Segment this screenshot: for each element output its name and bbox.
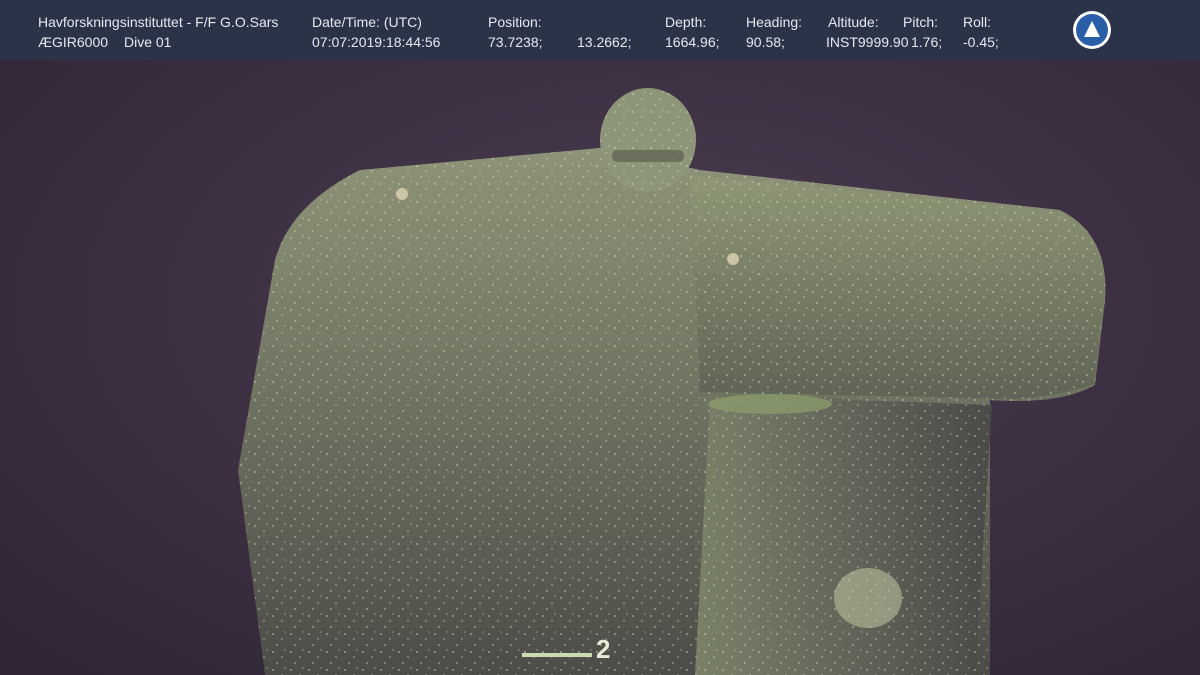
- periscope-post: [695, 394, 992, 675]
- datetime-value: 07:07:2019:18:44:56: [312, 34, 441, 50]
- roll-label: Roll:: [963, 14, 992, 30]
- institute-name: Havforskningsinstituttet - F/F G.O.Sars: [38, 14, 279, 30]
- position-label: Position:: [488, 14, 542, 30]
- heading-label: Heading:: [746, 14, 803, 30]
- depth-label: Depth:: [665, 14, 707, 30]
- vehicle-name: ÆGIR6000: [38, 34, 109, 50]
- heading-value: 90.58;: [746, 34, 785, 50]
- anemone-cluster: [834, 568, 902, 628]
- latitude-value: 73.7238;: [488, 34, 543, 50]
- telemetry-overlay: Havforskningsinstituttet - F/F G.O.Sars …: [0, 0, 1200, 60]
- scale-label: 2: [596, 634, 611, 664]
- roll-value: -0.45;: [963, 34, 999, 50]
- dive-label: Dive 01: [124, 34, 172, 50]
- depth-value: 1664.96;: [665, 34, 720, 50]
- datetime-label: Date/Time: (UTC): [312, 14, 422, 30]
- longitude-value: 13.2662;: [577, 34, 632, 50]
- video-frame: 2 Havforskningsinstituttet - F/F G.O.Sar…: [0, 0, 1200, 675]
- altitude-label: Altitude:: [828, 14, 879, 30]
- mast-dome: [600, 88, 696, 192]
- underwater-scene: [238, 88, 1106, 675]
- altitude-value: INST9999.90: [826, 34, 909, 50]
- pitch-value: 1.76;: [911, 34, 943, 50]
- scale-bar: [522, 653, 592, 657]
- institute-emblem-icon: [1073, 11, 1111, 49]
- pitch-label: Pitch:: [903, 14, 939, 30]
